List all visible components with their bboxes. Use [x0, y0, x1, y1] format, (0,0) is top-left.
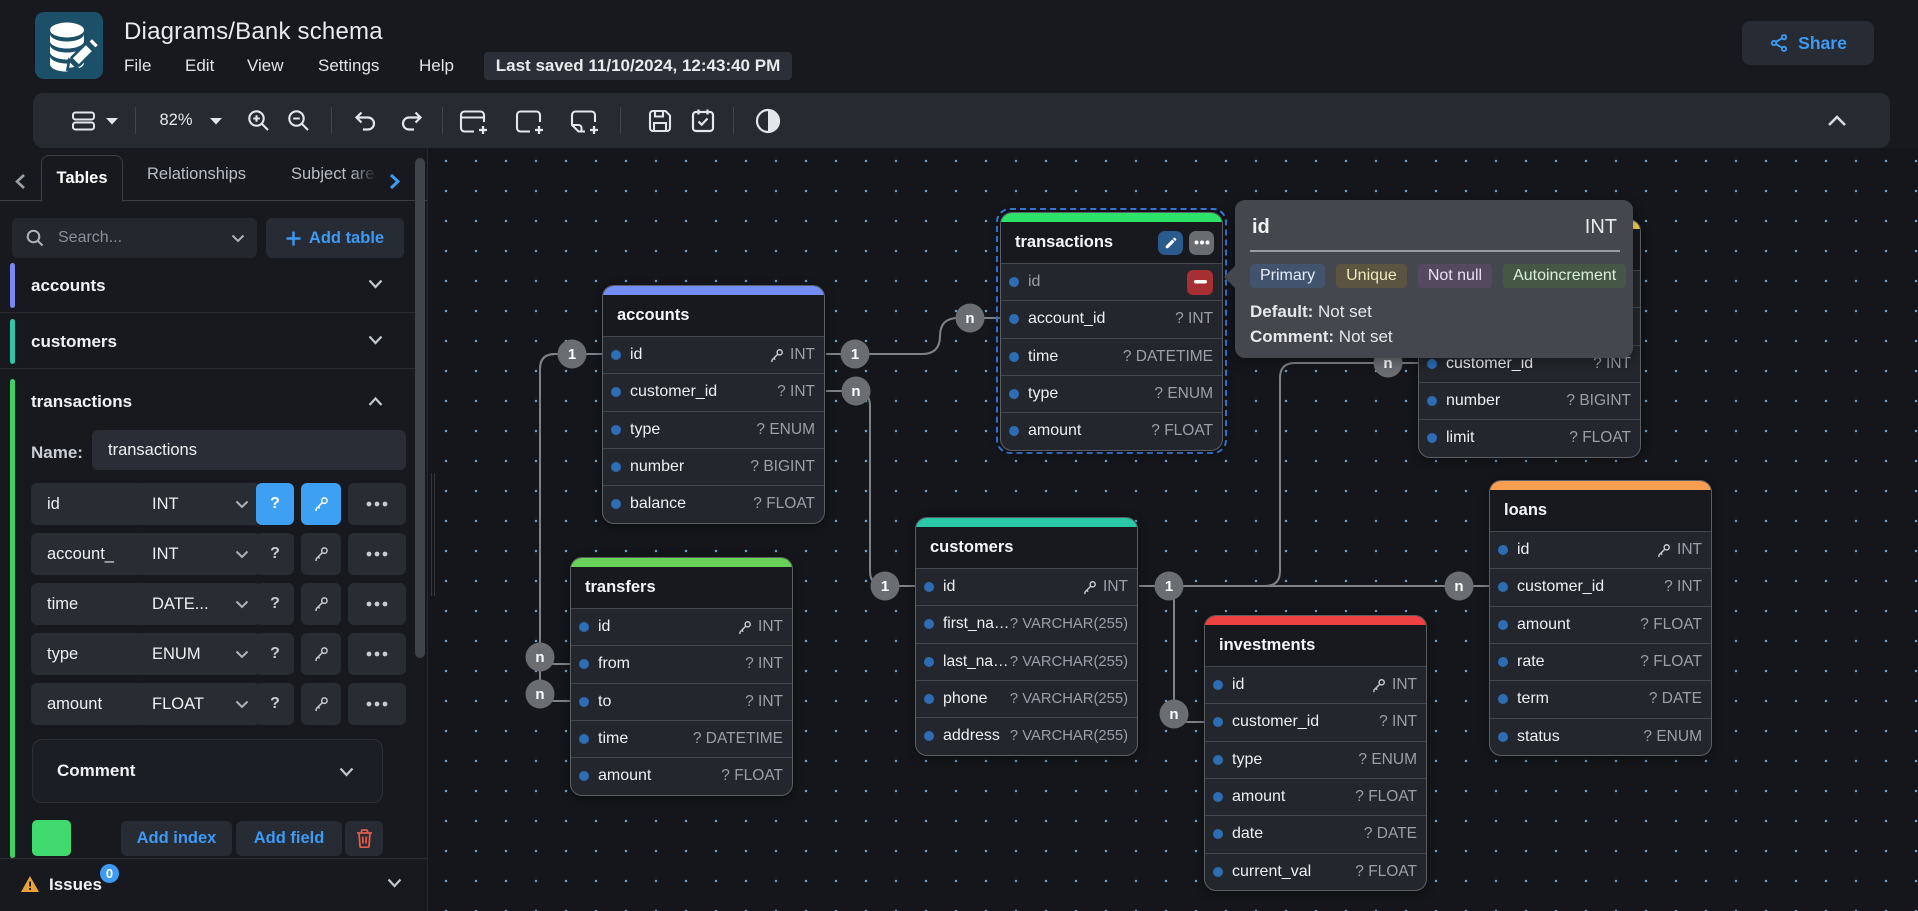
svg-text:1: 1 [568, 346, 576, 363]
svg-text:n: n [535, 686, 544, 703]
svg-text:n: n [1169, 706, 1178, 723]
svg-text:1: 1 [851, 346, 859, 363]
svg-text:n: n [851, 383, 860, 400]
svg-text:n: n [535, 649, 544, 666]
svg-text:n: n [1454, 578, 1463, 595]
svg-text:1: 1 [881, 578, 889, 595]
svg-text:1: 1 [1165, 578, 1173, 595]
svg-text:n: n [965, 310, 974, 327]
